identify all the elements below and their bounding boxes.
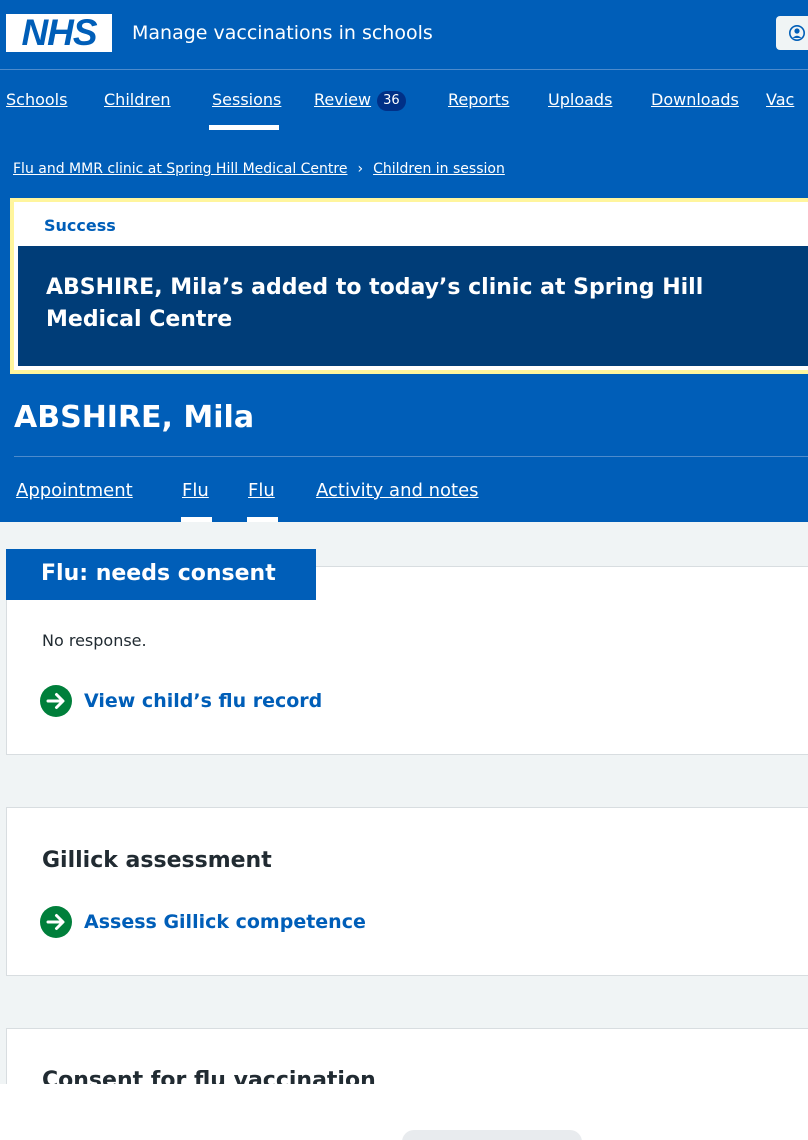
nav-schools[interactable]: Schools [6,89,67,111]
title-divider [14,456,808,457]
tab-flu-2-indicator [247,517,278,522]
nav-review-label: Review [314,90,372,109]
page-title: ABSHIRE, Mila [14,400,255,435]
tab-flu[interactable]: Flu [182,479,209,503]
breadcrumb: Flu and MMR clinic at Spring Hill Medica… [13,159,505,179]
consent-status-label: Flu: needs consent [41,561,276,586]
view-flu-record-label: View child’s flu record [84,690,323,712]
nav-uploads[interactable]: Uploads [548,89,612,111]
nav-reports[interactable]: Reports [448,89,509,111]
tab-flu-2[interactable]: Flu [248,479,275,503]
consent-status-text: No response. [42,631,147,650]
tab-appointment[interactable]: Appointment [16,479,133,503]
nhs-logo-text: NHS [21,12,97,53]
breadcrumb-session[interactable]: Flu and MMR clinic at Spring Hill Medica… [13,161,347,177]
account-button[interactable] [776,16,808,50]
gillick-heading: Gillick assessment [42,848,272,873]
service-name[interactable]: Manage vaccinations in schools [132,20,433,46]
consent-status-heading: Flu: needs consent [6,549,316,600]
gillick-card [6,807,808,976]
review-count-badge: 36 [377,91,406,111]
tab-flu-indicator [181,517,212,522]
arrow-right-circle-icon [40,685,72,717]
nav-review[interactable]: Review 36 [314,89,406,111]
banner-body: ABSHIRE, Mila’s added to today’s clinic … [18,246,808,366]
nhs-logo[interactable]: NHS [6,12,112,53]
browser-url-pill[interactable] [402,1130,582,1140]
nav-sessions[interactable]: Sessions [212,89,281,111]
nav-children[interactable]: Children [104,89,171,111]
header-divider [0,69,808,70]
breadcrumb-separator: › [357,161,364,177]
banner-heading: ABSHIRE, Mila’s added to today’s clinic … [46,275,704,332]
tab-activity-and-notes[interactable]: Activity and notes [316,479,479,503]
success-banner: Success ABSHIRE, Mila’s added to today’s… [10,198,808,374]
arrow-right-circle-icon [40,906,72,938]
bottom-chrome [0,1084,808,1140]
nav-downloads[interactable]: Downloads [651,89,739,111]
banner-title: Success [44,216,116,235]
assess-gillick-label: Assess Gillick competence [84,911,366,933]
user-circle-icon [789,25,805,41]
nav-vaccines[interactable]: Vac [766,89,794,111]
breadcrumb-children-in-session[interactable]: Children in session [373,161,505,177]
